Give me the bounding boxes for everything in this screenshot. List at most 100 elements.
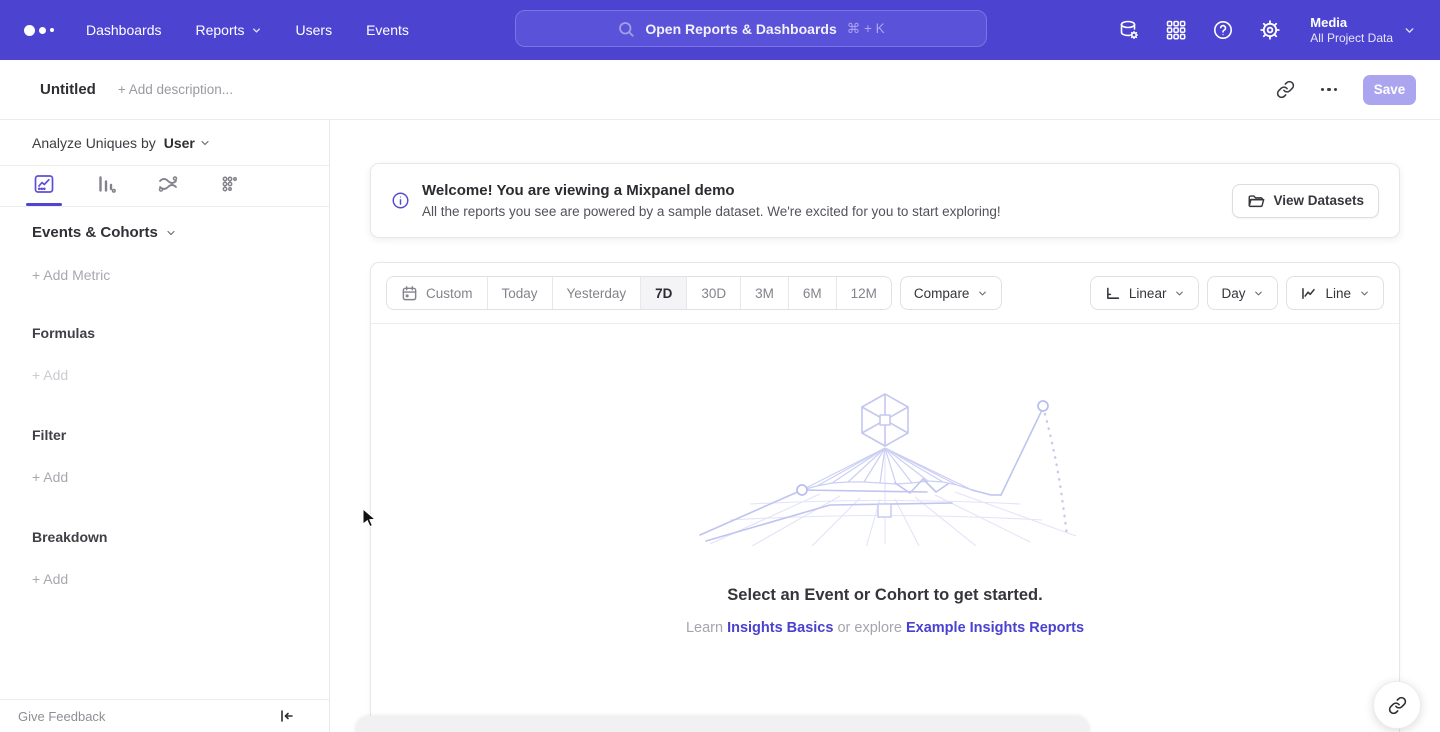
analyze-value: User bbox=[164, 135, 195, 151]
interval-dropdown[interactable]: Day bbox=[1207, 276, 1278, 310]
copy-link-icon[interactable] bbox=[1276, 80, 1295, 99]
bar-chart-icon bbox=[94, 172, 118, 196]
banner-title: Welcome! You are viewing a Mixpanel demo bbox=[422, 182, 1001, 199]
data-management-icon[interactable] bbox=[1118, 19, 1140, 41]
apps-grid-icon[interactable] bbox=[1165, 19, 1187, 41]
section-heading: Formulas bbox=[32, 325, 95, 341]
nav-item-users[interactable]: Users bbox=[296, 22, 333, 38]
search-placeholder: Open Reports & Dashboards bbox=[645, 21, 836, 37]
nav-right-group: Media All Project Data bbox=[1118, 0, 1416, 60]
tab-retention[interactable] bbox=[218, 172, 258, 205]
scale-dropdown[interactable]: Linear bbox=[1090, 276, 1200, 310]
analyze-row: Analyze Uniques by User bbox=[0, 120, 329, 166]
floating-link-button[interactable] bbox=[1373, 681, 1421, 729]
global-search-input[interactable]: Open Reports & Dashboards ⌘ + K bbox=[515, 10, 987, 47]
report-title[interactable]: Untitled bbox=[40, 81, 96, 98]
range-label: Custom bbox=[426, 286, 473, 301]
folder-icon bbox=[1247, 192, 1265, 210]
section-heading: Events & Cohorts bbox=[32, 224, 158, 241]
section-heading: Filter bbox=[32, 427, 66, 443]
chevron-down-icon bbox=[1403, 24, 1416, 37]
linear-axis-icon bbox=[1104, 285, 1121, 302]
tab-bar-chart[interactable] bbox=[94, 172, 134, 205]
interval-label: Day bbox=[1221, 286, 1245, 301]
range-label: 3M bbox=[755, 286, 774, 301]
project-switcher[interactable]: Media All Project Data bbox=[1310, 15, 1416, 46]
chevron-down-icon bbox=[199, 137, 211, 149]
primary-nav: Dashboards Reports Users Events bbox=[86, 22, 409, 38]
add-description-field[interactable]: + Add description... bbox=[118, 82, 233, 97]
chevron-down-icon bbox=[1253, 288, 1264, 299]
banner-body: All the reports you see are powered by a… bbox=[422, 204, 1001, 219]
analyze-prefix: Analyze Uniques by bbox=[32, 135, 156, 151]
sidebar-footer: Give Feedback bbox=[0, 699, 329, 732]
line-chart-icon bbox=[1300, 285, 1317, 302]
project-name: Media bbox=[1310, 15, 1393, 31]
mixpanel-logo-icon[interactable] bbox=[24, 25, 54, 36]
nav-label: Users bbox=[296, 22, 333, 38]
date-range-segmented-control: Custom Today Yesterday 7D 30D 3M 6M 12M bbox=[386, 276, 892, 310]
tab-flow[interactable] bbox=[156, 172, 196, 205]
nav-item-reports[interactable]: Reports bbox=[196, 22, 262, 38]
empty-state-illustration bbox=[690, 386, 1080, 546]
search-shortcut: ⌘ + K bbox=[847, 21, 885, 37]
chevron-down-icon bbox=[1174, 288, 1185, 299]
empty-state-title: Select an Event or Cohort to get started… bbox=[727, 586, 1042, 605]
section-breakdown: Breakdown bbox=[32, 529, 329, 545]
range-label: Today bbox=[502, 286, 538, 301]
add-breakdown-button[interactable]: + Add bbox=[32, 571, 329, 587]
range-custom[interactable]: Custom bbox=[387, 277, 487, 309]
save-button[interactable]: Save bbox=[1363, 75, 1416, 105]
settings-gear-icon[interactable] bbox=[1259, 19, 1281, 41]
report-canvas: Welcome! You are viewing a Mixpanel demo… bbox=[330, 120, 1440, 732]
range-label: Yesterday bbox=[567, 286, 627, 301]
nav-label: Events bbox=[366, 22, 409, 38]
add-formula-button[interactable]: + Add bbox=[32, 367, 329, 383]
help-icon[interactable] bbox=[1212, 19, 1234, 41]
nav-item-events[interactable]: Events bbox=[366, 22, 409, 38]
demo-banner: Welcome! You are viewing a Mixpanel demo… bbox=[370, 163, 1400, 238]
chart-type-dropdown[interactable]: Line bbox=[1286, 276, 1384, 310]
range-today[interactable]: Today bbox=[487, 277, 552, 309]
example-reports-link[interactable]: Example Insights Reports bbox=[906, 620, 1084, 636]
chart-controls: Custom Today Yesterday 7D 30D 3M 6M 12M … bbox=[371, 263, 1399, 324]
section-formulas: Formulas bbox=[32, 325, 329, 341]
retention-dots-icon bbox=[218, 172, 242, 196]
range-yesterday[interactable]: Yesterday bbox=[552, 277, 641, 309]
range-30d[interactable]: 30D bbox=[686, 277, 740, 309]
range-label: 7D bbox=[655, 286, 672, 301]
range-label: 6M bbox=[803, 286, 822, 301]
project-scope: All Project Data bbox=[1310, 31, 1393, 46]
chevron-down-icon bbox=[165, 227, 177, 239]
chart-card: Custom Today Yesterday 7D 30D 3M 6M 12M … bbox=[370, 262, 1400, 732]
compare-label: Compare bbox=[914, 286, 970, 301]
nav-label: Dashboards bbox=[86, 22, 162, 38]
compare-dropdown[interactable]: Compare bbox=[900, 276, 1003, 310]
section-heading: Breakdown bbox=[32, 529, 107, 545]
insights-basics-link[interactable]: Insights Basics bbox=[727, 620, 833, 636]
range-12m[interactable]: 12M bbox=[836, 277, 891, 309]
range-label: 30D bbox=[701, 286, 726, 301]
scale-label: Linear bbox=[1129, 286, 1167, 301]
range-7d[interactable]: 7D bbox=[640, 277, 686, 309]
query-builder-sidebar: Analyze Uniques by User bbox=[0, 120, 330, 732]
tab-insights-line[interactable] bbox=[32, 172, 72, 205]
view-datasets-button[interactable]: View Datasets bbox=[1232, 184, 1379, 218]
link-icon bbox=[1388, 696, 1407, 715]
give-feedback-link[interactable]: Give Feedback bbox=[18, 709, 105, 724]
add-filter-button[interactable]: + Add bbox=[32, 469, 329, 485]
bottom-panel-edge[interactable] bbox=[355, 716, 1090, 732]
insights-line-icon bbox=[32, 172, 56, 196]
nav-item-dashboards[interactable]: Dashboards bbox=[86, 22, 162, 38]
add-metric-button[interactable]: + Add Metric bbox=[32, 267, 329, 283]
middle-text: or explore bbox=[837, 620, 901, 636]
section-events-cohorts[interactable]: Events & Cohorts bbox=[32, 224, 329, 241]
range-6m[interactable]: 6M bbox=[788, 277, 836, 309]
analyze-by-dropdown[interactable]: User bbox=[164, 135, 211, 151]
learn-prefix: Learn bbox=[686, 620, 723, 636]
chevron-down-icon bbox=[1359, 288, 1370, 299]
collapse-sidebar-icon[interactable] bbox=[279, 708, 295, 724]
chevron-down-icon bbox=[251, 25, 262, 36]
range-3m[interactable]: 3M bbox=[740, 277, 788, 309]
more-options-button[interactable] bbox=[1321, 88, 1338, 92]
